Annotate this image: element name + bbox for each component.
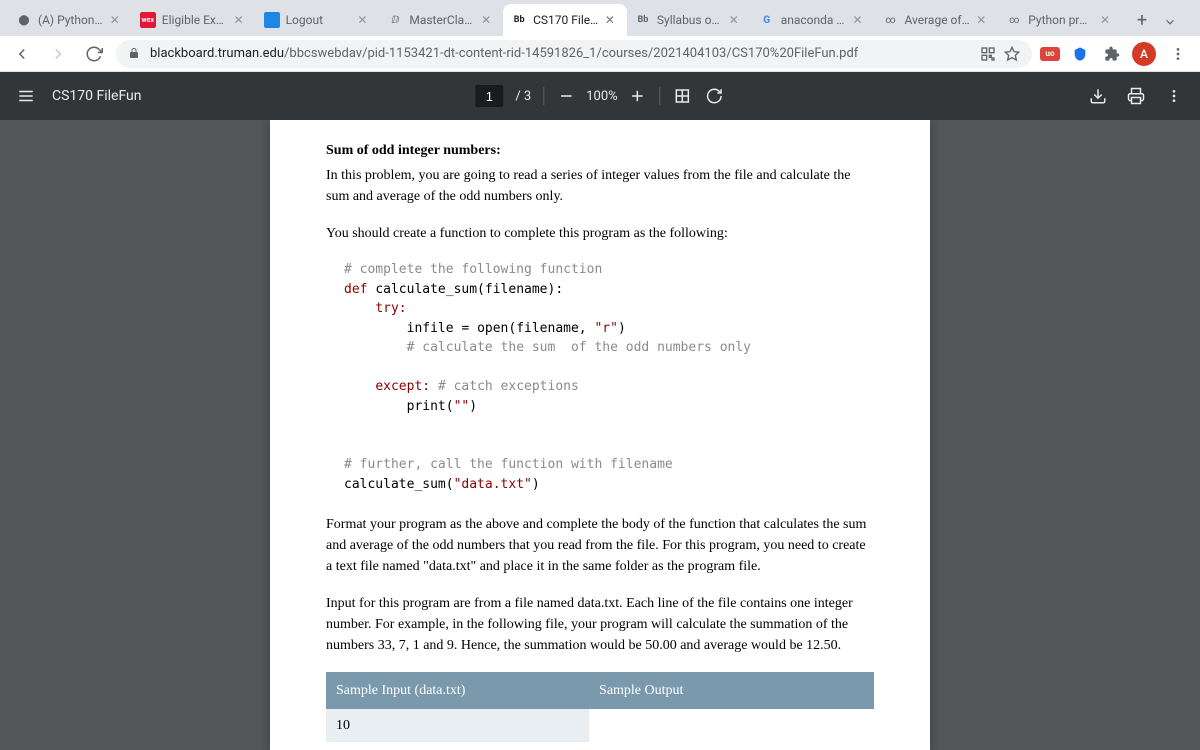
close-icon[interactable]: ✕ [110, 13, 124, 27]
tab-title: Eligible Expen [162, 13, 228, 27]
favicon: ∞ [882, 12, 898, 28]
tab-title: CS170 FileFun [533, 13, 599, 27]
page-number-input[interactable] [475, 85, 503, 107]
paragraph: Format your program as the above and com… [326, 514, 874, 577]
favicon: Bb [635, 12, 651, 28]
paragraph: You should create a function to complete… [326, 223, 874, 244]
browser-tab[interactable]: ∞ Average of od ✕ [874, 4, 998, 36]
tab-title: Average of od [904, 13, 970, 27]
avatar-letter: A [1140, 47, 1148, 61]
pdf-document-title: CS170 FileFun [52, 88, 142, 104]
pdf-viewport[interactable]: Sum of odd integer numbers: In this prob… [0, 120, 1200, 750]
url-text: blackboard.truman.edu/bbcswebdav/pid-115… [150, 46, 858, 61]
table-header-input: Sample Input (data.txt) [326, 672, 589, 709]
extension-icon[interactable] [1068, 42, 1092, 66]
table-header-output: Sample Output [589, 672, 874, 709]
sample-input-value: 10 [326, 709, 589, 742]
sample-input-value: 33 [326, 742, 589, 750]
favicon: ⅅ [387, 12, 403, 28]
favicon: ⬤ [16, 12, 32, 28]
divider [543, 87, 544, 105]
browser-tab-active[interactable]: Bb CS170 FileFun ✕ [503, 4, 627, 36]
paragraph: Input for this program are from a file n… [326, 593, 874, 656]
chevron-down-icon[interactable] [1156, 8, 1184, 36]
browser-tab[interactable]: G anaconda pyth ✕ [751, 4, 875, 36]
fit-page-icon[interactable] [673, 86, 693, 106]
favicon: ∞ [1006, 12, 1022, 28]
divider [660, 87, 661, 105]
lock-icon [128, 47, 142, 61]
extension-icon[interactable]: uo [1040, 47, 1060, 61]
sample-io-table: Sample Input (data.txt) Sample Output 10… [326, 672, 874, 750]
tab-title: Python progra [1028, 13, 1094, 27]
code-block: # complete the following function def ca… [344, 260, 874, 494]
tab-title: Syllabus of the [657, 13, 723, 27]
pdf-page: Sum of odd integer numbers: In this prob… [270, 120, 930, 750]
print-icon[interactable] [1126, 86, 1146, 106]
star-icon[interactable] [1004, 46, 1020, 62]
close-icon[interactable]: ✕ [605, 13, 619, 27]
tab-title: Logout [286, 13, 352, 27]
favicon: Bb [511, 12, 527, 28]
section-heading: Sum of odd integer numbers: [326, 140, 874, 161]
zoom-out-button[interactable] [556, 86, 576, 106]
pdf-toolbar: CS170 FileFun / 3 100% [0, 72, 1200, 120]
browser-tab[interactable]: wex Eligible Expen ✕ [132, 4, 256, 36]
download-icon[interactable] [1088, 86, 1108, 106]
browser-tab[interactable]: Logout ✕ [256, 4, 380, 36]
kebab-menu-icon[interactable] [1164, 40, 1192, 68]
favicon: G [759, 12, 775, 28]
page-total-label: / 3 [515, 89, 531, 104]
sample-output-cell: Sum of the odd numbers is: 50.00 Average… [589, 709, 874, 750]
extensions-puzzle-icon[interactable] [1100, 42, 1124, 66]
back-button[interactable] [8, 40, 36, 68]
forward-button[interactable] [44, 40, 72, 68]
address-bar[interactable]: blackboard.truman.edu/bbcswebdav/pid-115… [116, 40, 1032, 68]
browser-tab[interactable]: ⬤ (A) Python for Eve ✕ [8, 4, 132, 36]
browser-tab[interactable]: ∞ Python progra ✕ [998, 4, 1122, 36]
zoom-level: 100% [586, 89, 617, 104]
close-icon[interactable]: ✕ [729, 13, 743, 27]
close-icon[interactable]: ✕ [852, 13, 866, 27]
tab-title: (A) Python for Eve [38, 13, 104, 27]
close-icon[interactable]: ✕ [976, 13, 990, 27]
hamburger-menu-icon[interactable] [16, 86, 36, 106]
address-bar-row: blackboard.truman.edu/bbcswebdav/pid-115… [0, 36, 1200, 72]
qr-icon[interactable] [980, 46, 996, 62]
paragraph: In this problem, you are going to read a… [326, 165, 874, 207]
favicon [264, 12, 280, 28]
favicon: wex [140, 12, 156, 28]
sample-input-rows: 10 33 22 7 1 9 2 [326, 709, 589, 750]
zoom-in-button[interactable] [628, 86, 648, 106]
new-tab-button[interactable]: + [1128, 6, 1156, 34]
tab-title: anaconda pyth [781, 13, 847, 27]
close-icon[interactable]: ✕ [234, 13, 248, 27]
close-icon[interactable]: ✕ [481, 13, 495, 27]
tab-title: MasterClass | [409, 13, 475, 27]
profile-avatar[interactable]: A [1132, 42, 1156, 66]
reload-button[interactable] [80, 40, 108, 68]
rotate-icon[interactable] [705, 86, 725, 106]
kebab-menu-icon[interactable] [1164, 86, 1184, 106]
close-icon[interactable]: ✕ [1100, 13, 1114, 27]
close-icon[interactable]: ✕ [357, 13, 371, 27]
browser-tab[interactable]: ⅅ MasterClass | ✕ [379, 4, 503, 36]
browser-tab[interactable]: Bb Syllabus of the ✕ [627, 4, 751, 36]
browser-tab-strip: ⬤ (A) Python for Eve ✕ wex Eligible Expe… [0, 0, 1200, 36]
